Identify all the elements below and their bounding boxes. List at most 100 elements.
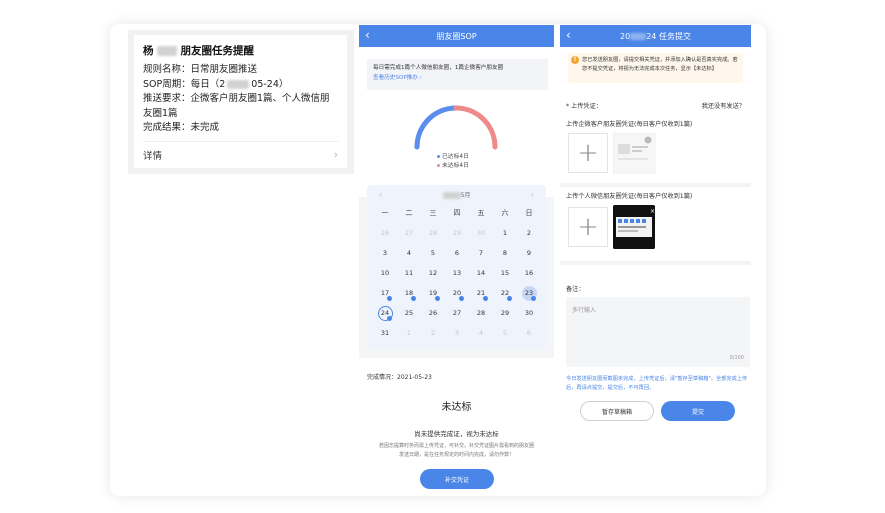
calendar-day-label: 4 [478,329,484,337]
calendar-day-label: 28 [476,309,486,317]
history-sop-link[interactable]: 查看历史SOP推办 › [373,73,542,83]
calendar-day-label: 19 [428,289,438,297]
calendar-day-label: 9 [526,249,532,257]
sop-notice-text: 每日需完成1篇个人微信朋友圈，1篇企微客户朋友圈 [373,65,504,71]
supplement-proof-button[interactable]: 补交凭证 [420,469,494,489]
calendar-day[interactable]: 29 [493,303,517,323]
calendar-day-label: 21 [476,289,486,297]
calendar-month: 5月 [442,190,471,199]
calendar-day[interactable]: 31 [373,323,397,343]
calendar-day[interactable]: 13 [445,263,469,283]
back-arrow-icon[interactable]: ‹ [566,28,571,42]
enterprise-upload-button[interactable]: + [568,133,608,173]
upload-proof-label: * 上传凭证： [566,103,602,110]
calendar-day-label: 26 [428,309,438,317]
calendar-grid: 一二三四五六日 26 27 28 29 30 1 2 3 4 5 6 7 8 9 10 11 12 13 14 15 16… [367,203,546,343]
remark-textarea[interactable]: 多行输入 0/100 [566,297,750,367]
submit-button[interactable]: 提交 [661,401,735,421]
personal-proof-thumbnail[interactable]: × [613,205,655,249]
weekday-header: 四 [453,209,461,217]
calendar-day-label: 27 [452,309,462,317]
calendar-day-label: 29 [452,229,462,237]
calendar-day[interactable]: 20 [445,283,469,303]
result-section: 完成情况：2021-05-23 未达标 尚未提供完成证，视为未达标 若因忘提算时… [359,358,554,494]
calendar-header: ‹ 5月 › [367,185,546,203]
calendar-day[interactable]: 15 [493,263,517,283]
calendar-day: 29 [445,223,469,243]
calendar-day[interactable]: 23 [517,283,541,303]
calendar-day[interactable]: 30 [517,303,541,323]
calendar-day: 6 [517,323,541,343]
calendar-day[interactable]: 8 [493,243,517,263]
calendar-day[interactable]: 28 [469,303,493,323]
calendar-day[interactable]: 9 [517,243,541,263]
calendar-day[interactable]: 11 [397,263,421,283]
calendar-day[interactable]: 10 [373,263,397,283]
reminder-card[interactable]: 杨 朋友圈任务提醒 规则名称：日常朋友圈推送 SOP周期：每日（2 05-24） … [134,35,347,168]
detail-link[interactable]: 详情 › [143,141,338,162]
sop-cycle-end: 05-24） [251,78,289,90]
warning-icon: ! [571,56,579,64]
gauge-undone-arc [453,105,498,150]
calendar-day[interactable]: 24 [373,303,397,323]
task-nav-title: 20 24 任务提交 [620,31,691,42]
result-description: 尚未提供完成证，视为未达标 [414,430,499,438]
enterprise-proof-thumbnail[interactable] [613,133,656,174]
calendar-day-label: 6 [526,329,532,337]
next-month-icon[interactable]: › [531,190,534,199]
calendar-day-label: 3 [454,329,460,337]
calendar-day-label: 2 [526,229,532,237]
legend-done-label: 已达标4日 [442,154,469,160]
calendar-day[interactable]: 18 [397,283,421,303]
calendar-day[interactable]: 6 [445,243,469,263]
calendar-day-label: 22 [500,289,510,297]
calendar-day[interactable]: 2 [517,223,541,243]
calendar-day[interactable]: 1 [493,223,517,243]
personal-upload-button[interactable]: + [568,207,608,247]
detail-label: 详情 [143,151,163,162]
calendar-day-label: 23 [521,285,537,301]
calendar-day-label: 18 [404,289,414,297]
calendar-day: 3 [445,323,469,343]
calendar-day-label: 5 [430,249,436,257]
plus-icon: + [577,138,599,168]
back-arrow-icon[interactable]: ‹ [365,28,370,42]
reminder-title-row: 杨 朋友圈任务提醒 [143,43,338,58]
calendar-day[interactable]: 21 [469,283,493,303]
calendar-day[interactable]: 3 [373,243,397,263]
calendar-day[interactable]: 7 [469,243,493,263]
calendar-day[interactable]: 4 [397,243,421,263]
month-label: 5月 [460,191,471,199]
task-title-suffix: 24 任务提交 [646,31,691,41]
completion-result-row: 完成结果：未完成 [143,122,220,133]
calendar-day-label: 27 [404,229,414,237]
calendar-day[interactable]: 22 [493,283,517,303]
calendar-day: 4 [469,323,493,343]
calendar-day[interactable]: 16 [517,263,541,283]
calendar-day[interactable]: 5 [421,243,445,263]
save-draft-button[interactable]: 暂存草稿箱 [580,401,654,421]
calendar-day[interactable]: 25 [397,303,421,323]
result-status: 未达标 [441,402,472,413]
calendar-day-label: 17 [380,289,390,297]
calendar-day[interactable]: 12 [421,263,445,283]
calendar: ‹ 5月 › 一二三四五六日 26 27 28 29 30 1 2 3 4 5 6 7 8 9 10 11 12 1… [367,185,546,350]
calendar-day-label: 11 [404,269,414,277]
calendar-day-label: 13 [452,269,462,277]
sop-summary: 每日需完成1篇个人微信朋友圈，1篇企微客户朋友圈 查看历史SOP推办 › 已达标… [359,47,554,197]
calendar-day[interactable]: 17 [373,283,397,303]
done-dot-icon [437,155,440,158]
calendar-day[interactable]: 26 [421,303,445,323]
calendar-day[interactable]: 27 [445,303,469,323]
calendar-day[interactable]: 14 [469,263,493,283]
prev-month-icon[interactable]: ‹ [379,190,382,199]
section-divider [560,183,751,187]
sop-cycle-label: SOP周期：每日（2 [143,78,226,90]
personal-upload-label: 上传个人微信朋友圈凭证(每日客户仅收到1篇) [566,193,693,200]
calendar-day: 27 [397,223,421,243]
not-posted-link[interactable]: 我还没有发送？ [702,101,745,110]
calendar-day-label: 6 [454,249,460,257]
calendar-day-label: 15 [500,269,510,277]
undone-dot-icon [437,164,440,167]
calendar-day[interactable]: 19 [421,283,445,303]
